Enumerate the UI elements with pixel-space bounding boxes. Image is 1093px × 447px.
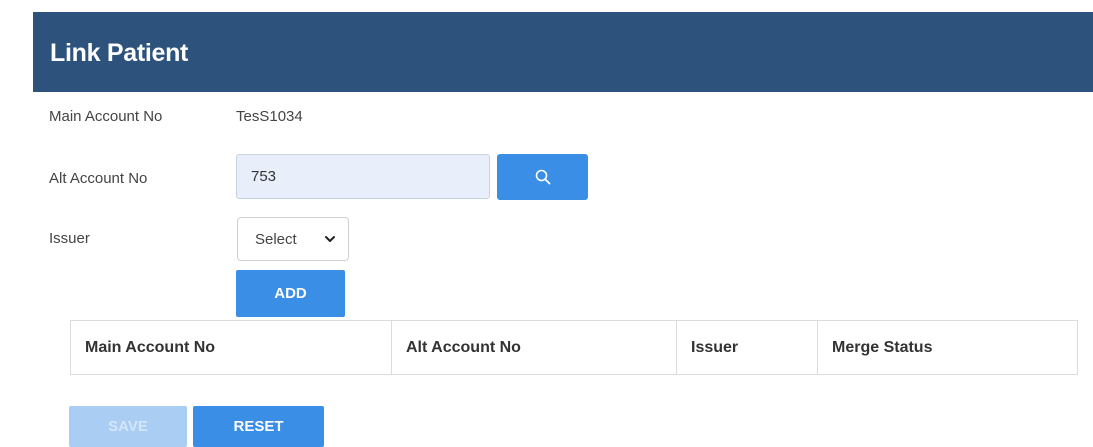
issuer-select[interactable]: Select: [237, 217, 349, 261]
add-button[interactable]: ADD: [236, 270, 345, 317]
search-button[interactable]: [497, 154, 588, 200]
page-title: Link Patient: [50, 39, 189, 67]
column-header-main-account: Main Account No: [71, 321, 392, 374]
main-account-label: Main Account No: [49, 108, 163, 125]
column-header-alt-account: Alt Account No: [392, 321, 677, 374]
save-button[interactable]: SAVE: [69, 406, 187, 447]
linked-accounts-table: Main Account No Alt Account No Issuer Me…: [70, 320, 1078, 375]
issuer-select-value: Select: [255, 231, 297, 248]
alt-account-label: Alt Account No: [49, 170, 148, 187]
column-header-merge-status: Merge Status: [832, 338, 933, 356]
alt-account-input[interactable]: [236, 154, 490, 199]
column-header-issuer: Issuer: [677, 321, 818, 374]
page-header: Link Patient: [33, 12, 1093, 92]
chevron-down-icon: [325, 236, 335, 242]
main-account-value: TesS1034: [236, 108, 303, 125]
issuer-label: Issuer: [49, 230, 90, 247]
search-icon: [535, 169, 550, 185]
reset-button[interactable]: RESET: [193, 406, 324, 447]
